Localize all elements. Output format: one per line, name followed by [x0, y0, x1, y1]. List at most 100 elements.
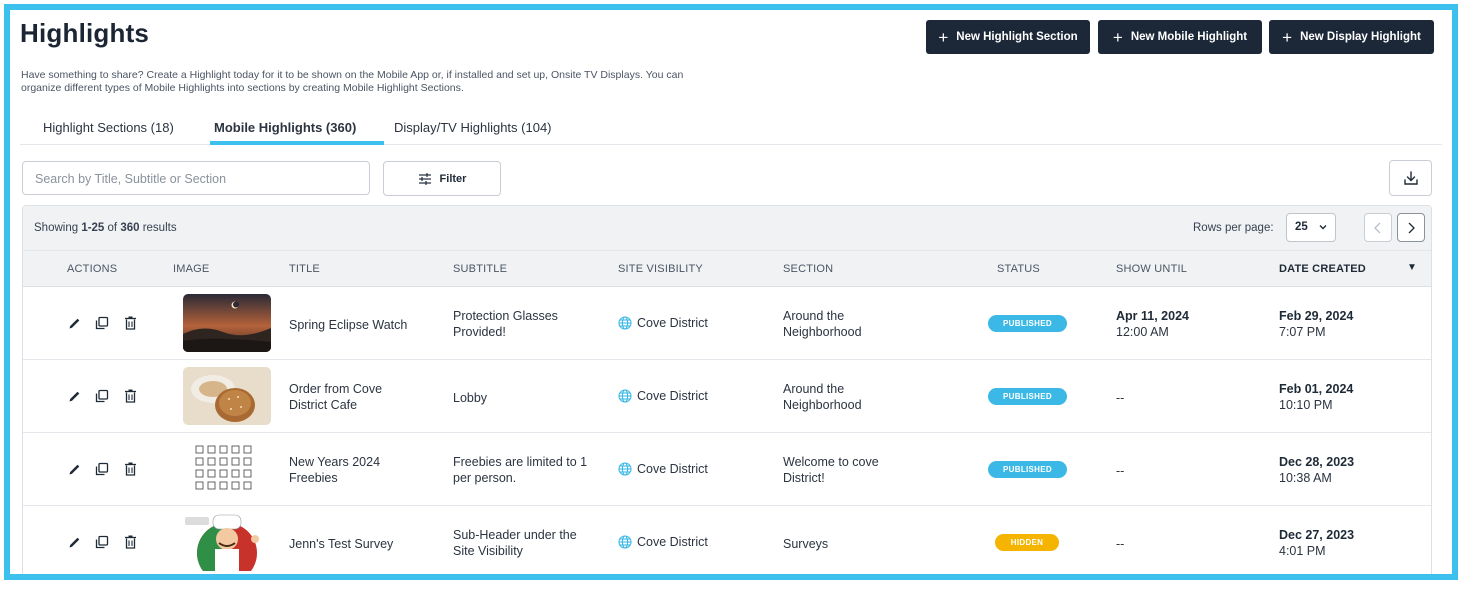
button-label: New Highlight Section [956, 31, 1078, 43]
plus-icon: + [938, 27, 949, 47]
row-subtitle: Protection Glasses Provided! [453, 309, 558, 339]
row-section: Around the Neighborhood [783, 309, 862, 339]
highlights-table: Showing 1-25 of 360 results Rows per pag… [22, 205, 1432, 574]
download-icon [1403, 171, 1418, 185]
download-button[interactable] [1389, 160, 1432, 196]
plus-icon: + [1282, 27, 1293, 47]
row-actions [66, 388, 138, 404]
app-frame: Highlights Have something to share? Crea… [4, 4, 1458, 580]
button-label: New Display Highlight [1300, 31, 1421, 43]
row-section: Surveys [783, 537, 829, 551]
table-toolbar: Showing 1-25 of 360 results Rows per pag… [23, 206, 1431, 251]
highlight-image-icon-grid [183, 440, 271, 498]
button-label: New Mobile Highlight [1130, 31, 1248, 43]
table-header: ACTIONS IMAGE TITLE SUBTITLE SITE VISIBI… [23, 251, 1431, 287]
chevron-right-icon [1408, 222, 1415, 233]
globe-icon [618, 535, 632, 549]
edit-pencil-icon[interactable] [66, 315, 82, 331]
globe-icon [618, 316, 632, 330]
new-mobile-highlight-button[interactable]: + New Mobile Highlight [1098, 20, 1262, 54]
rows-per-page-select[interactable]: 25 [1286, 213, 1336, 242]
duplicate-icon[interactable] [94, 534, 110, 550]
delete-trash-icon[interactable] [122, 388, 138, 404]
globe-icon [618, 389, 632, 403]
row-show-until: -- [1116, 464, 1125, 478]
row-actions [66, 461, 138, 477]
status-badge: PUBLISHED [988, 461, 1067, 478]
column-actions: ACTIONS [67, 263, 118, 275]
edit-pencil-icon[interactable] [66, 388, 82, 404]
duplicate-icon[interactable] [94, 461, 110, 477]
row-section: Welcome to cove District! [783, 455, 879, 485]
page-title: Highlights [20, 18, 150, 48]
edit-pencil-icon[interactable] [66, 534, 82, 550]
status-badge: HIDDEN [995, 534, 1059, 551]
column-section[interactable]: SECTION [783, 263, 833, 275]
row-actions [66, 534, 138, 550]
column-show-until[interactable]: SHOW UNTIL [1116, 263, 1187, 275]
site-visibility: Cove District [618, 389, 708, 403]
table-row: Order from Cove District Cafe Lobby Cove… [23, 361, 1431, 433]
delete-trash-icon[interactable] [122, 534, 138, 550]
row-actions [66, 315, 138, 331]
status-badge: PUBLISHED [988, 315, 1067, 332]
column-status[interactable]: STATUS [997, 263, 1040, 275]
tab-bar: Highlight Sections (18) Mobile Highlight… [20, 113, 1442, 145]
site-visibility: Cove District [618, 535, 708, 549]
table-row: Spring Eclipse Watch Protection Glasses … [23, 288, 1431, 360]
globe-icon [618, 462, 632, 476]
tab-mobile-highlights[interactable]: Mobile Highlights (360) [214, 120, 356, 135]
highlight-image-eclipse [183, 294, 271, 352]
sort-descending-icon[interactable]: ▼ [1407, 262, 1417, 273]
row-title: Jenn's Test Survey [289, 537, 394, 551]
highlight-image-chef [183, 513, 271, 571]
active-tab-indicator [210, 141, 384, 145]
status-badge: PUBLISHED [988, 388, 1067, 405]
filter-label: Filter [439, 172, 467, 185]
delete-trash-icon[interactable] [122, 315, 138, 331]
column-date-created[interactable]: DATE CREATED [1279, 263, 1366, 275]
row-date-created: Feb 01, 2024 10:10 PM [1279, 382, 1354, 412]
search-input[interactable]: Search by Title, Subtitle or Section [22, 161, 370, 195]
column-subtitle[interactable]: SUBTITLE [453, 263, 507, 275]
rows-per-page-label: Rows per page: [1193, 222, 1274, 234]
table-row: New Years 2024 Freebies Freebies are lim… [23, 434, 1431, 506]
filter-sliders-icon [418, 172, 431, 185]
row-subtitle: Freebies are limited to 1 per person. [453, 455, 588, 485]
page-description: Have something to share? Create a Highli… [21, 69, 684, 94]
new-display-highlight-button[interactable]: + New Display Highlight [1269, 20, 1434, 54]
results-count: Showing 1-25 of 360 results [34, 222, 177, 234]
column-site-visibility[interactable]: SITE VISIBILITY [618, 263, 703, 275]
row-date-created: Feb 29, 2024 7:07 PM [1279, 309, 1354, 339]
chevron-left-icon [1374, 222, 1381, 233]
row-show-until: -- [1116, 537, 1125, 551]
row-subtitle: Lobby [453, 391, 488, 405]
row-show-until: Apr 11, 2024 12:00 AM [1116, 309, 1189, 339]
site-visibility: Cove District [618, 462, 708, 476]
row-subtitle: Sub-Header under the Site Visibility [453, 528, 577, 558]
table-row: Jenn's Test Survey Sub-Header under the … [23, 507, 1431, 574]
column-title[interactable]: TITLE [289, 263, 320, 275]
previous-page-button[interactable] [1364, 213, 1392, 242]
row-show-until: -- [1116, 391, 1125, 405]
row-title: Order from Cove District Cafe [289, 382, 383, 412]
duplicate-icon[interactable] [94, 388, 110, 404]
column-image: IMAGE [173, 263, 210, 275]
row-title: Spring Eclipse Watch [289, 318, 408, 332]
next-page-button[interactable] [1397, 213, 1425, 242]
row-title: New Years 2024 Freebies [289, 455, 381, 485]
tab-display-highlights[interactable]: Display/TV Highlights (104) [394, 120, 552, 135]
chevron-down-icon [1319, 225, 1327, 230]
new-highlight-section-button[interactable]: + New Highlight Section [926, 20, 1090, 54]
row-section: Around the Neighborhood [783, 382, 862, 412]
duplicate-icon[interactable] [94, 315, 110, 331]
row-date-created: Dec 28, 2023 10:38 AM [1279, 455, 1355, 485]
edit-pencil-icon[interactable] [66, 461, 82, 477]
site-visibility: Cove District [618, 316, 708, 330]
row-date-created: Dec 27, 2023 4:01 PM [1279, 528, 1355, 558]
highlight-image-bagel [183, 367, 271, 425]
plus-icon: + [1112, 27, 1123, 47]
tab-highlight-sections[interactable]: Highlight Sections (18) [43, 120, 174, 135]
delete-trash-icon[interactable] [122, 461, 138, 477]
filter-button[interactable]: Filter [383, 161, 501, 196]
